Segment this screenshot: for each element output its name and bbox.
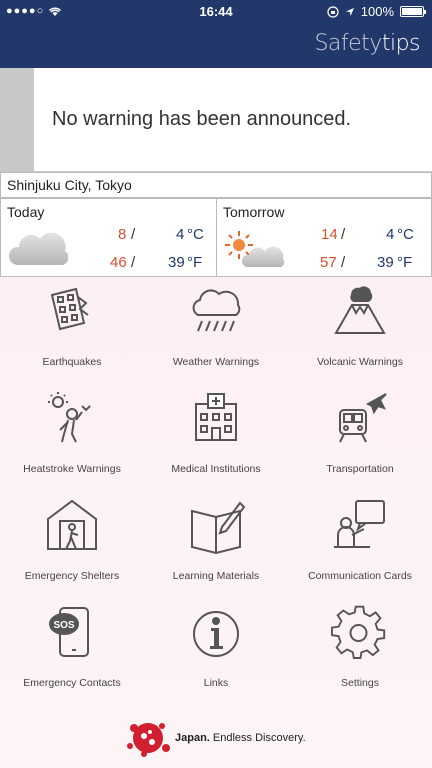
today-high-f: 46	[110, 254, 127, 271]
today-unit-f: °F	[187, 254, 203, 271]
communication-icon	[334, 500, 385, 548]
gear-icon	[331, 605, 386, 659]
menu-communication-cards[interactable]: Communication Cards	[288, 491, 432, 598]
tomorrow-unit-c: °C	[397, 226, 414, 243]
location-bar[interactable]: Shinjuku City, Tokyo	[0, 172, 432, 198]
tomorrow-slash-c: /	[341, 226, 346, 243]
menu-label: Transportation	[326, 463, 394, 475]
warning-text: No warning has been announced.	[52, 108, 352, 130]
book-icon	[191, 501, 246, 555]
shelter-icon	[47, 499, 97, 550]
menu-label: Heatstroke Warnings	[23, 463, 121, 475]
hospital-icon	[195, 393, 237, 441]
tomorrow-high-c: 14	[321, 226, 338, 243]
weather-tomorrow[interactable]: Tomorrow 14 / 4 °C 57 / 39 °F	[216, 198, 432, 277]
menu-emergency-shelters[interactable]: Emergency Shelters	[0, 491, 144, 598]
sos-phone-icon: SOS	[49, 607, 89, 657]
menu-heatstroke-warnings[interactable]: Heatstroke Warnings	[0, 384, 144, 491]
tomorrow-low-f: 39	[377, 254, 394, 271]
weather-today-label: Today	[7, 204, 45, 220]
footer: Japan. Endless Discovery.	[0, 708, 432, 768]
menu-volcanic-warnings[interactable]: Volcanic Warnings	[288, 277, 432, 384]
menu-medical-institutions[interactable]: Medical Institutions	[144, 384, 288, 491]
menu-grid: Earthquakes Weather Warnings Volcanic Wa…	[0, 277, 432, 768]
today-high-c: 8	[118, 226, 127, 243]
menu-label: Emergency Shelters	[24, 570, 120, 582]
menu-settings[interactable]: Settings	[288, 598, 432, 705]
battery-icon	[400, 6, 426, 17]
menu-label: Volcanic Warnings	[317, 356, 403, 368]
transportation-icon	[339, 393, 387, 443]
today-low-c: 4	[176, 226, 185, 243]
rotation-lock-icon	[327, 5, 339, 18]
menu-label: Earthquakes	[42, 356, 102, 368]
today-unit-c: °C	[187, 226, 204, 243]
battery-percent: 100%	[360, 4, 394, 19]
weather-today[interactable]: Today 8 / 4 °C 46 / 39 °F	[0, 198, 217, 277]
warning-banner[interactable]: No warning has been announced.	[0, 68, 432, 172]
rain-cloud-icon	[192, 289, 241, 332]
tomorrow-low-c: 4	[386, 226, 395, 243]
menu-weather-warnings[interactable]: Weather Warnings	[144, 277, 288, 384]
weather-tomorrow-label: Tomorrow	[223, 204, 285, 220]
menu-label: Links	[203, 677, 229, 689]
app-title: Safetytips	[314, 31, 420, 56]
info-icon	[193, 611, 239, 657]
heatstroke-icon	[48, 392, 91, 443]
tomorrow-slash-f: /	[341, 254, 346, 271]
brand-tagline: Japan. Endless Discovery.	[175, 732, 306, 744]
location-name: Shinjuku City, Tokyo	[7, 177, 132, 193]
today-low-f: 39	[168, 254, 185, 271]
svg-text:SOS: SOS	[53, 620, 74, 631]
tomorrow-unit-f: °F	[397, 254, 413, 271]
menu-label: Settings	[341, 677, 379, 689]
menu-earthquakes[interactable]: Earthquakes	[0, 277, 144, 384]
warning-level-bar	[0, 68, 34, 172]
menu-label: Learning Materials	[172, 570, 260, 582]
menu-label: Emergency Contacts	[23, 677, 121, 689]
status-bar: ●●●●○ 16:44 100%	[0, 0, 432, 24]
menu-links[interactable]: Links	[144, 598, 288, 705]
japan-brand-logo	[127, 723, 170, 757]
today-slash-c: /	[131, 226, 136, 243]
tomorrow-high-f: 57	[320, 254, 337, 271]
menu-label: Medical Institutions	[171, 463, 261, 475]
earthquake-icon	[50, 287, 89, 331]
sun-cloud-icon	[225, 231, 285, 267]
menu-transportation[interactable]: Transportation	[288, 384, 432, 491]
volcano-icon	[334, 286, 386, 334]
menu-label: Weather Warnings	[172, 356, 260, 368]
menu-label: Communication Cards	[308, 570, 412, 582]
today-slash-f: /	[131, 254, 136, 271]
nav-bar: Safetytips	[0, 24, 432, 68]
menu-learning-materials[interactable]: Learning Materials	[144, 491, 288, 598]
menu-emergency-contacts[interactable]: SOS Emergency Contacts	[0, 598, 144, 705]
cloud-icon	[8, 232, 69, 265]
location-arrow-icon	[345, 7, 354, 16]
